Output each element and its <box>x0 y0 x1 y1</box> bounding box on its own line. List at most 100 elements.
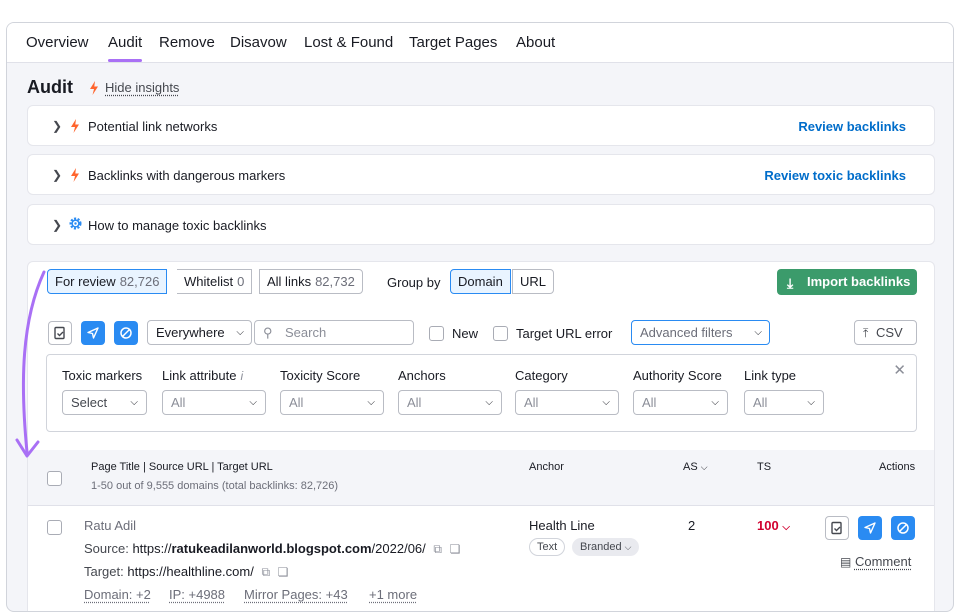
column-ts[interactable]: TS <box>757 461 771 473</box>
chevron-down-icon: ⌵ <box>754 327 762 338</box>
info-icon: i <box>240 369 244 383</box>
gear-icon <box>68 216 83 231</box>
select-all-checkbox[interactable] <box>47 471 62 486</box>
chevron-right-icon[interactable]: ❯ <box>52 119 62 133</box>
chevron-down-icon: ⌵ <box>700 462 708 472</box>
tag-branded[interactable]: Branded ⌵ <box>572 538 640 556</box>
search-input[interactable]: ⚲ Search <box>254 320 414 345</box>
segment-all-links[interactable]: All links 82,732 <box>259 269 363 294</box>
new-label: New <box>452 326 479 341</box>
comment-icon: ▤ <box>840 555 852 569</box>
column-anchor[interactable]: Anchor <box>529 461 564 473</box>
tab-overview[interactable]: Overview <box>26 34 89 51</box>
document-check-icon <box>831 521 842 535</box>
chevron-right-icon[interactable]: ❯ <box>52 218 62 232</box>
table-header: Page Title | Source URL | Target URL 1-5… <box>28 450 934 506</box>
row-target: Target: https://healthline.com/ ⧉ ❏ <box>84 564 289 580</box>
bolt-icon <box>70 119 80 133</box>
comment-button[interactable]: ▤ Comment <box>840 554 911 569</box>
row-anchor: Health Line <box>529 518 595 533</box>
group-by-label: Group by <box>387 275 441 290</box>
table-summary: 1-50 out of 9,555 domains (total backlin… <box>91 480 339 492</box>
review-toxic-backlinks-link[interactable]: Review toxic backlinks <box>764 168 906 183</box>
mirror-pages-link[interactable]: Mirror Pages: +43 <box>244 587 348 602</box>
close-icon[interactable]: ✕ <box>893 361 906 379</box>
insight-card-link-networks[interactable]: ❯ Potential link networks Review backlin… <box>27 105 935 146</box>
target-link[interactable]: https://healthline.com/ <box>127 564 253 579</box>
group-by-url[interactable]: URL <box>512 269 555 294</box>
segment-for-review[interactable]: For review 82,726 <box>47 269 168 294</box>
filter-label-toxicity-score: Toxicity Score <box>280 368 361 383</box>
csv-export-button[interactable]: ⤒ CSV <box>854 320 917 345</box>
chevron-down-icon: ⌵ <box>782 522 790 533</box>
insight-card-manage-toxic[interactable]: ❯ How to manage toxic backlinks <box>27 204 935 245</box>
column-as[interactable]: AS ⌵ <box>683 461 708 473</box>
chevron-right-icon[interactable]: ❯ <box>52 168 62 182</box>
chevron-down-icon: ⌵ <box>130 397 138 408</box>
filter-label-toxic-markers: Toxic markers <box>62 368 143 383</box>
filter-toxic-markers-select[interactable]: Select ⌵ <box>62 390 147 415</box>
upload-icon: ⤒ <box>863 326 869 340</box>
filter-authority-score-select[interactable]: All ⌵ <box>633 390 728 415</box>
chevron-down-icon: ⌵ <box>711 397 719 408</box>
segment-whitelist[interactable]: Whitelist 0 <box>177 269 253 294</box>
review-backlinks-link[interactable]: Review backlinks <box>798 119 906 134</box>
send-to-remove-button[interactable] <box>81 321 105 345</box>
send-icon <box>864 522 876 534</box>
row-whitelist-button[interactable] <box>825 516 849 540</box>
block-icon <box>897 522 909 534</box>
group-by-domain[interactable]: Domain <box>450 269 511 294</box>
column-actions: Actions <box>879 461 916 473</box>
copy-icon[interactable]: ❏ <box>450 542 461 556</box>
row-source: Source: https://ratukeadilanworld.blogsp… <box>84 541 461 557</box>
block-icon <box>120 327 132 339</box>
chevron-down-icon: ⌵ <box>249 397 257 408</box>
insight-label: Potential link networks <box>88 119 218 134</box>
advanced-filters-select[interactable]: Advanced filters ⌵ <box>631 320 770 345</box>
filter-label-anchors: Anchors <box>398 368 446 383</box>
backlinks-panel: For review 82,726 Whitelist 0 All links 82,… <box>27 261 935 611</box>
tab-disavow[interactable]: Disavow <box>230 34 287 51</box>
column-page[interactable]: Page Title | Source URL | Target URL <box>91 461 273 473</box>
hide-insights-link[interactable]: Hide insights <box>105 80 179 95</box>
copy-icon[interactable]: ❏ <box>278 565 289 579</box>
target-url-error-checkbox[interactable] <box>493 326 508 341</box>
filter-label-link-attribute: Link attribute i <box>162 368 244 383</box>
row-as: 2 <box>688 518 696 533</box>
filter-toxicity-score-select[interactable]: All ⌵ <box>280 390 384 415</box>
filter-anchors-select[interactable]: All ⌵ <box>398 390 502 415</box>
send-icon <box>87 327 99 339</box>
tab-remove[interactable]: Remove <box>159 34 215 51</box>
chevron-down-icon: ⌵ <box>367 397 375 408</box>
new-checkbox[interactable] <box>429 326 444 341</box>
chevron-down-icon: ⌵ <box>485 397 493 408</box>
external-link-icon[interactable]: ⧉ <box>261 565 270 580</box>
row-remove-button[interactable] <box>858 516 882 540</box>
tab-about[interactable]: About <box>516 34 555 51</box>
document-check-icon <box>54 326 65 340</box>
filter-label-category: Category <box>515 368 568 383</box>
send-to-disavow-button[interactable] <box>114 321 138 345</box>
tab-lost-found[interactable]: Lost & Found <box>304 34 393 51</box>
chevron-down-icon: ⌵ <box>236 327 244 338</box>
tab-target-pages[interactable]: Target Pages <box>409 34 497 51</box>
filter-link-type-select[interactable]: All ⌵ <box>744 390 824 415</box>
filter-category-select[interactable]: All ⌵ <box>515 390 619 415</box>
import-backlinks-button[interactable]: ⤓ Import backlinks <box>777 269 917 295</box>
tag-text: Text <box>529 538 566 556</box>
ip-count-link[interactable]: IP: +4988 <box>169 587 225 602</box>
external-link-icon[interactable]: ⧉ <box>433 542 442 557</box>
row-ts[interactable]: 100 ⌵ <box>757 518 790 533</box>
more-link[interactable]: +1 more <box>369 587 417 602</box>
scope-select[interactable]: Everywhere ⌵ <box>147 320 252 345</box>
source-domain-link[interactable]: ratukeadilanworld.blogspot.com <box>171 541 371 556</box>
row-checkbox[interactable] <box>47 520 62 535</box>
bolt-icon <box>70 168 80 182</box>
tab-audit[interactable]: Audit <box>108 34 143 62</box>
domain-count-link[interactable]: Domain: +2 <box>84 587 151 602</box>
insight-card-dangerous-markers[interactable]: ❯ Backlinks with dangerous markers Revie… <box>27 154 935 195</box>
row-disavow-button[interactable] <box>891 516 915 540</box>
insight-label: Backlinks with dangerous markers <box>88 168 286 183</box>
export-to-sheet-button[interactable] <box>48 321 72 345</box>
filter-link-attribute-select[interactable]: All ⌵ <box>162 390 266 415</box>
